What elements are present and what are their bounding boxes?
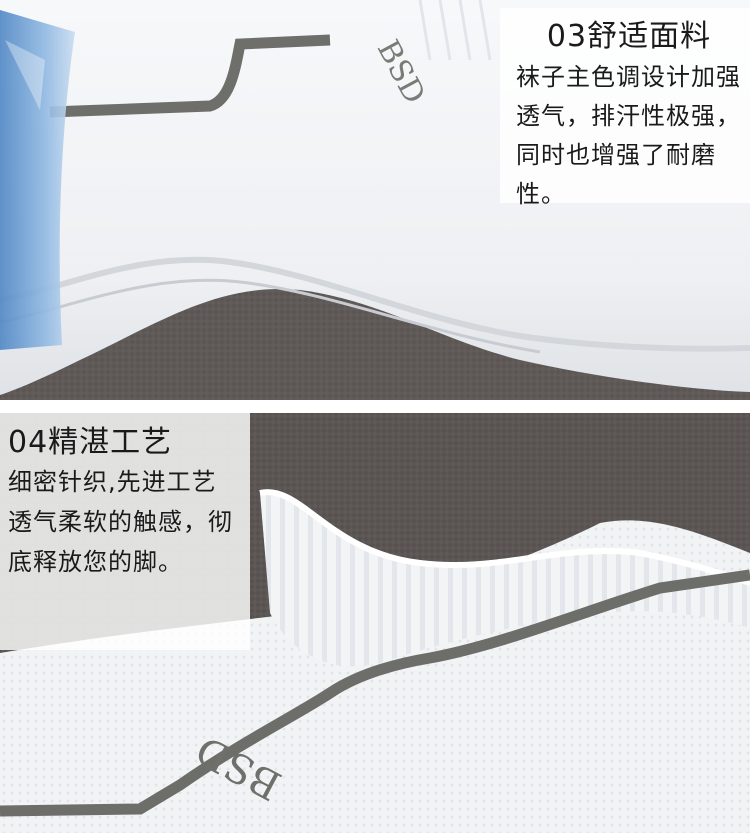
bottom-caption-body: 细密针织,先进工艺 透气柔软的触感，彻底释放您的脚。 [8, 468, 233, 576]
top-caption-box: 03舒适面料 袜子主色调设计加强透气，排汗性极强，同时也增强了耐磨性。 [500, 8, 750, 208]
bottom-caption-title: 04精湛工艺 [8, 425, 173, 460]
bottom-caption-box: 04精湛工艺 细密针织,先进工艺 透气柔软的触感，彻底释放您的脚。 [0, 412, 250, 650]
top-caption-body: 袜子主色调设计加强透气，排汗性极强，同时也增强了耐磨性。 [516, 63, 741, 208]
top-caption-title: 03舒适面料 [546, 19, 712, 54]
